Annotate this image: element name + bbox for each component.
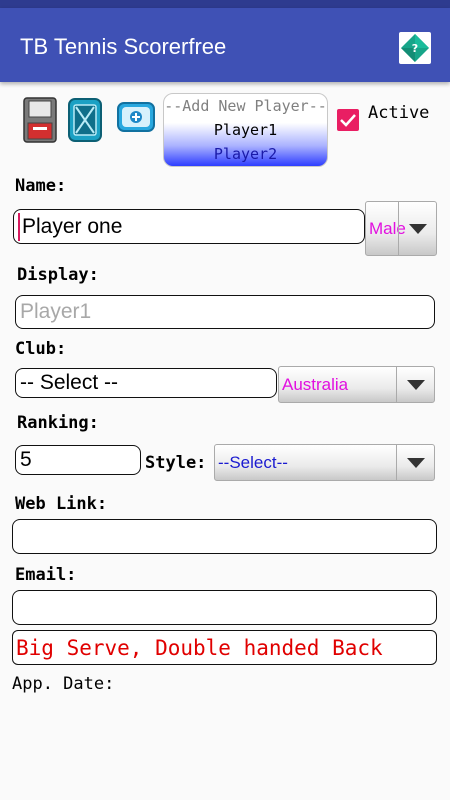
- ranking-field[interactable]: 5: [15, 445, 141, 475]
- player-list-item[interactable]: Player2: [164, 142, 327, 166]
- active-checkbox[interactable]: [337, 109, 359, 131]
- chevron-down-icon: [396, 367, 434, 402]
- club-value: -- Select --: [20, 371, 119, 394]
- player-list-header[interactable]: --Add New Player--: [164, 94, 327, 118]
- gender-select[interactable]: Male: [365, 201, 437, 256]
- help-icon[interactable]: ?: [399, 32, 431, 64]
- chevron-down-icon: [396, 445, 434, 480]
- display-field[interactable]: Player1: [15, 295, 435, 329]
- app-title: TB Tennis Scorerfree: [20, 34, 227, 59]
- style-select[interactable]: --Select--: [214, 444, 435, 481]
- club-field[interactable]: -- Select --: [15, 368, 277, 398]
- ranking-value: 5: [20, 448, 32, 471]
- display-placeholder: Player1: [20, 300, 92, 323]
- active-label: Active: [368, 103, 430, 123]
- display-label: Display:: [17, 265, 99, 285]
- club-label: Club:: [15, 339, 67, 359]
- add-icon[interactable]: [116, 99, 156, 139]
- email-label: Email:: [15, 565, 77, 585]
- player-list-item[interactable]: Player1: [164, 118, 327, 142]
- ranking-label: Ranking:: [17, 413, 99, 433]
- style-label: Style:: [145, 453, 207, 473]
- weblink-label: Web Link:: [15, 494, 108, 514]
- email-field[interactable]: [12, 590, 437, 625]
- svg-text:?: ?: [412, 42, 418, 55]
- name-value: Player one: [22, 214, 123, 238]
- player-list[interactable]: --Add New Player-- Player1 Player2: [163, 93, 328, 167]
- status-bar: [0, 0, 450, 8]
- save-icon[interactable]: [23, 97, 57, 147]
- notes-field[interactable]: Big Serve, Double handed Back: [12, 630, 437, 665]
- app-bar: TB Tennis Scorerfree ?: [0, 8, 450, 82]
- clear-icon[interactable]: [67, 97, 103, 147]
- text-cursor: [18, 212, 20, 241]
- country-value: Australia: [282, 374, 349, 394]
- name-label: Name:: [15, 176, 67, 196]
- country-select[interactable]: Australia: [278, 366, 435, 403]
- weblink-field[interactable]: [12, 519, 437, 554]
- style-value: --Select--: [218, 452, 288, 472]
- name-field[interactable]: Player one: [13, 209, 365, 244]
- app-date-label: App. Date:: [12, 674, 115, 694]
- chevron-down-icon: [398, 202, 436, 255]
